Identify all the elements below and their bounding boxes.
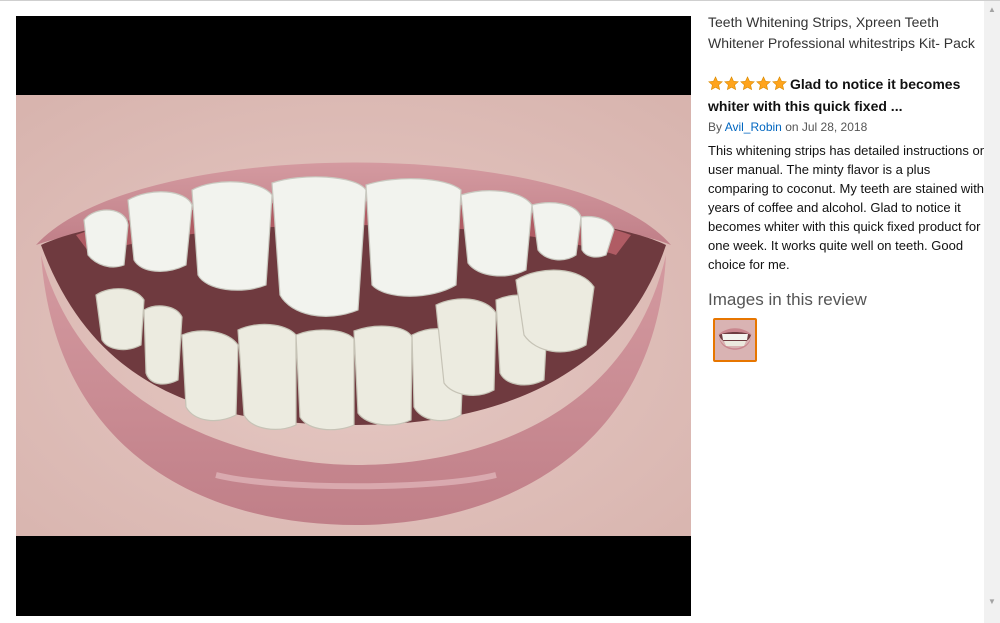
star-icon: [708, 76, 723, 91]
thumbnail-image: [715, 320, 755, 360]
review-image-viewer[interactable]: [16, 16, 691, 616]
review-byline: By Avil_Robin on Jul 28, 2018: [708, 119, 984, 135]
review-image-thumbnail[interactable]: [713, 318, 757, 362]
review-author-link[interactable]: Avil_Robin: [725, 120, 782, 134]
review-side-panel: Teeth Whitening Strips, Xpreen Teeth Whi…: [708, 12, 987, 362]
review-body-text: This whitening strips has detailed instr…: [708, 143, 987, 272]
scroll-down-arrow-icon[interactable]: ▼: [984, 595, 1000, 609]
review-photo-smile: [16, 95, 691, 536]
product-title-line-1[interactable]: Teeth Whitening Strips, Xpreen Teeth: [708, 12, 984, 33]
vertical-scrollbar[interactable]: ▲ ▼: [984, 1, 1000, 623]
window-top-border: [0, 0, 1000, 1]
product-title-line-2[interactable]: Whitener Professional whitestrips Kit- P…: [708, 33, 984, 54]
byline-prefix: By: [708, 120, 723, 134]
images-in-review-heading: Images in this review: [708, 290, 867, 309]
star-rating: [708, 76, 788, 96]
review-header: Glad to notice it becomes whiter with th…: [708, 74, 984, 116]
product-title[interactable]: Teeth Whitening Strips, Xpreen Teeth Whi…: [708, 12, 984, 54]
scroll-up-arrow-icon[interactable]: ▲: [984, 3, 1000, 17]
star-icon: [724, 76, 739, 91]
star-icon: [772, 76, 787, 91]
star-icon: [740, 76, 755, 91]
star-icon: [756, 76, 771, 91]
review-date: on Jul 28, 2018: [785, 120, 868, 134]
